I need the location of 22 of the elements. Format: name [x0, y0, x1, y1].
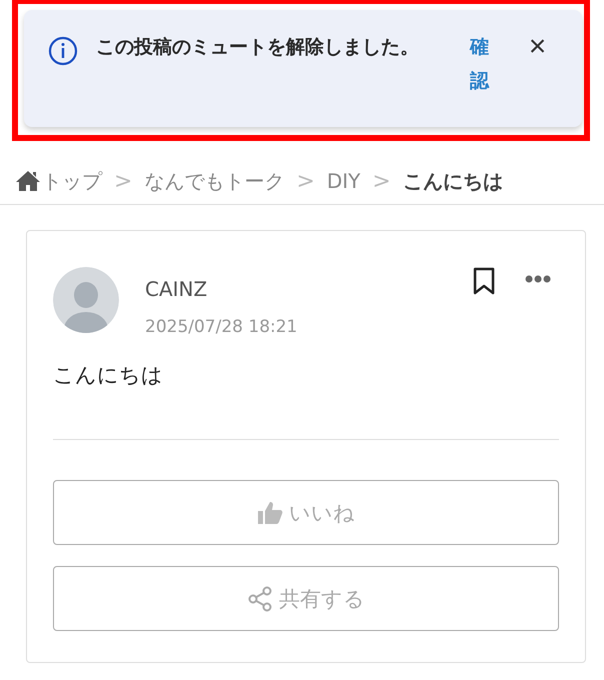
like-button[interactable]: いいね [53, 480, 559, 545]
avatar-icon [53, 267, 119, 333]
share-button[interactable]: 共有する [53, 566, 559, 631]
post-date: 2025/07/28 18:21 [145, 317, 298, 337]
post-body: こんにちは [53, 362, 164, 389]
share-icon [247, 586, 273, 612]
breadcrumb-link[interactable]: トップ [42, 168, 102, 194]
confirm-link[interactable]: 確認 [468, 30, 491, 98]
author-name: CAINZ [145, 277, 208, 301]
breadcrumb-link[interactable]: DIY [326, 169, 360, 193]
home-icon[interactable] [16, 170, 40, 192]
breadcrumb-separator: > [114, 168, 132, 194]
close-button[interactable]: × [528, 36, 546, 58]
info-icon [48, 36, 78, 66]
thumbs-up-icon [257, 500, 283, 524]
breadcrumb-separator: > [296, 168, 315, 194]
bookmark-icon[interactable] [473, 267, 495, 295]
toast-message: この投稿のミュートを解除しました。 [96, 35, 420, 60]
breadcrumb-separator: > [372, 168, 391, 194]
breadcrumb-link[interactable]: なんでもトーク [144, 168, 284, 194]
more-icon[interactable] [525, 275, 551, 283]
breadcrumb-current: こんにちは [402, 168, 503, 194]
